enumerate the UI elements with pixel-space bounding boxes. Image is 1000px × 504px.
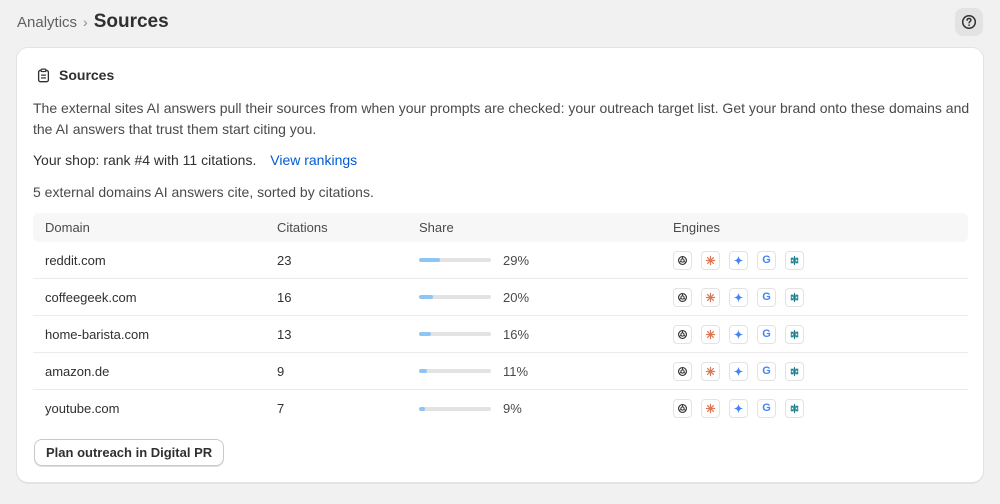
clipboard-icon — [37, 68, 50, 82]
table-row: home-barista.com 13 16% G — [33, 316, 968, 353]
header-citations: Citations — [277, 220, 328, 235]
domain-cell: youtube.com — [45, 401, 120, 416]
view-rankings-link[interactable]: View rankings — [270, 152, 357, 168]
share-percent: 9% — [503, 401, 522, 416]
question-circle-icon — [961, 14, 977, 30]
header-domain: Domain — [45, 220, 90, 235]
table-row: youtube.com 7 9% G — [33, 390, 968, 427]
share-percent: 29% — [503, 252, 530, 268]
sources-card: Sources The external sites AI answers pu… — [16, 47, 984, 483]
google-icon: G — [757, 361, 776, 381]
share-bar-fill — [419, 369, 427, 373]
share-bar — [419, 406, 491, 411]
google-icon: G — [757, 287, 776, 307]
share-bar-fill — [419, 258, 440, 262]
google-icon: G — [757, 250, 776, 270]
domain-cell: home-barista.com — [45, 326, 150, 342]
breadcrumb-analytics[interactable]: Analytics — [17, 14, 77, 31]
domain-count-text: 5 external domains AI answers cite, sort… — [33, 184, 374, 200]
claude-icon — [701, 287, 720, 307]
engines-cell: G — [673, 287, 804, 307]
claude-icon — [701, 361, 720, 381]
gemini-icon — [729, 250, 748, 270]
perplexity-icon — [785, 250, 804, 270]
share-cell: 16% — [419, 327, 673, 342]
chatgpt-icon — [673, 399, 692, 418]
card-description: The external sites AI answers pull their… — [33, 100, 970, 137]
plan-outreach-button[interactable]: Plan outreach in Digital PR — [34, 439, 225, 466]
card-title: Sources — [59, 67, 115, 83]
domain-cell: coffeegeek.com — [45, 289, 137, 305]
citations-cell: 13 — [277, 326, 292, 342]
chatgpt-icon — [673, 361, 692, 381]
share-bar — [419, 258, 491, 262]
citations-cell: 7 — [277, 401, 285, 416]
share-bar-fill — [419, 295, 434, 299]
card-header: Sources — [36, 67, 114, 83]
share-bar-fill — [419, 332, 431, 336]
citations-cell: 9 — [277, 363, 285, 379]
header-share: Share — [419, 220, 454, 235]
share-percent: 20% — [503, 289, 530, 305]
claude-icon — [701, 250, 720, 270]
table-row: coffeegeek.com 16 20% G — [33, 279, 968, 316]
google-icon: G — [757, 324, 776, 344]
breadcrumb-separator: › — [83, 14, 88, 30]
engines-cell: G — [673, 399, 804, 418]
chatgpt-icon — [673, 324, 692, 344]
chatgpt-icon — [673, 250, 692, 270]
share-bar — [419, 332, 491, 336]
perplexity-icon — [785, 324, 804, 344]
engines-cell: G — [673, 250, 804, 270]
gemini-icon — [729, 324, 748, 344]
sources-table: Domain Citations Share Engines reddit.co… — [33, 213, 968, 427]
citations-cell: 16 — [277, 289, 292, 305]
gemini-icon — [729, 399, 748, 418]
header-engines: Engines — [673, 220, 720, 235]
domain-cell: amazon.de — [45, 363, 110, 379]
page-title: Sources — [93, 11, 169, 32]
rank-text: Your shop: rank #4 with 11 citations. — [33, 152, 257, 168]
help-button[interactable] — [955, 8, 983, 36]
perplexity-icon — [785, 361, 804, 381]
rank-line: Your shop: rank #4 with 11 citations. Vi… — [33, 152, 357, 168]
share-cell: 9% — [419, 401, 673, 416]
table-body: reddit.com 23 29% Gcoffeegeek.com 16 20% Ghome… — [33, 242, 968, 427]
table-row: reddit.com 23 29% G — [33, 242, 968, 279]
perplexity-icon — [785, 399, 804, 418]
table-row: amazon.de 9 11% G — [33, 353, 968, 390]
claude-icon — [701, 399, 720, 418]
share-cell: 11% — [419, 364, 673, 379]
domain-cell: reddit.com — [45, 252, 106, 268]
share-bar-fill — [419, 406, 426, 411]
share-percent: 11% — [503, 363, 529, 379]
chatgpt-icon — [673, 287, 692, 307]
table-header: Domain Citations Share Engines — [33, 213, 968, 242]
engines-cell: G — [673, 324, 804, 344]
share-percent: 16% — [503, 326, 530, 342]
share-cell: 20% — [419, 290, 673, 305]
share-cell: 29% — [419, 253, 673, 268]
top-bar: Analytics › Sources — [17, 8, 983, 36]
google-icon: G — [757, 399, 776, 418]
perplexity-icon — [785, 287, 804, 307]
share-bar — [419, 369, 491, 373]
engines-cell: G — [673, 361, 804, 381]
share-bar — [419, 295, 491, 299]
citations-cell: 23 — [277, 252, 292, 268]
gemini-icon — [729, 287, 748, 307]
gemini-icon — [729, 361, 748, 381]
claude-icon — [701, 324, 720, 344]
